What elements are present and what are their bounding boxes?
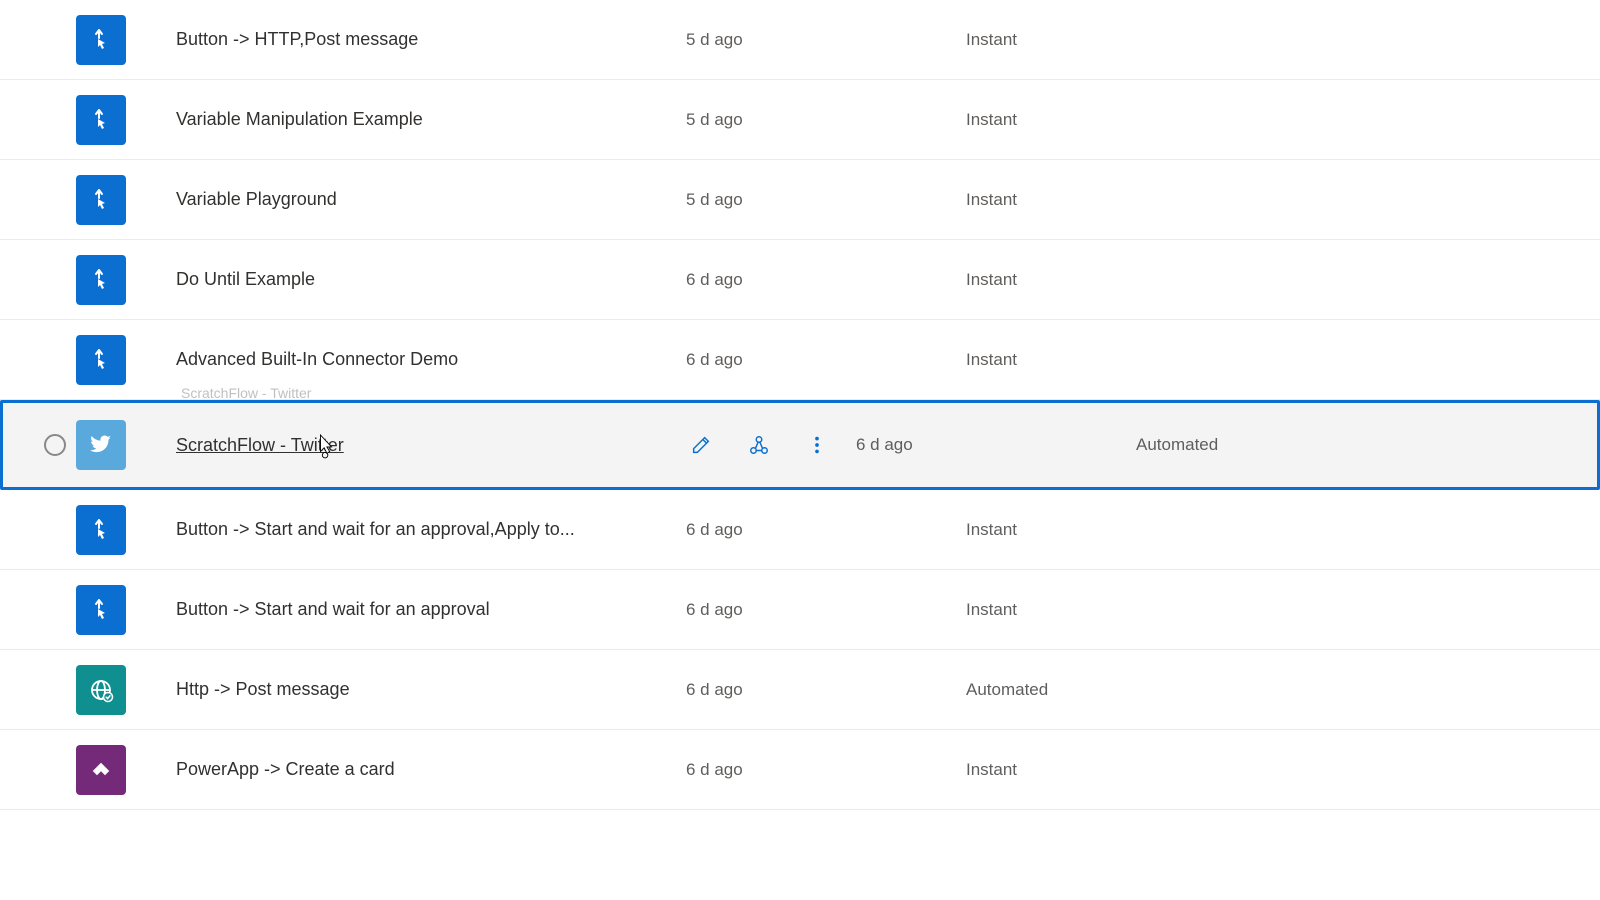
- flow-row[interactable]: PowerApp -> Create a card 6 d agoInstant: [0, 730, 1600, 810]
- flow-name[interactable]: Variable Playground: [176, 189, 337, 210]
- flow-list: Button -> HTTP,Post message5 d agoInstan…: [0, 0, 1600, 810]
- select-radio[interactable]: [40, 434, 70, 456]
- twitter-icon: [76, 420, 126, 470]
- flow-row[interactable]: ScratchFlow - TwitterScratchFlow - Twitt…: [0, 400, 1600, 490]
- flow-row[interactable]: Advanced Built-In Connector Demo 6 d agoI…: [0, 320, 1600, 400]
- flow-name[interactable]: PowerApp -> Create a card: [176, 759, 395, 780]
- flow-row[interactable]: Variable Manipulation Example 5 d agoInst…: [0, 80, 1600, 160]
- flow-row[interactable]: Button -> Start and wait for an approval…: [0, 570, 1600, 650]
- flow-name[interactable]: Button -> HTTP,Post message: [176, 29, 418, 50]
- modified-time: 6 d ago: [686, 760, 966, 780]
- flow-row[interactable]: Variable Playground 5 d agoInstant: [0, 160, 1600, 240]
- share-button[interactable]: [744, 430, 774, 460]
- flow-name[interactable]: Http -> Post message: [176, 679, 350, 700]
- more-options-button[interactable]: [802, 430, 832, 460]
- flow-type: Instant: [966, 350, 1166, 370]
- flow-name[interactable]: Advanced Built-In Connector Demo: [176, 349, 458, 370]
- modified-time: 5 d ago: [686, 190, 966, 210]
- flow-type: Instant: [966, 110, 1166, 130]
- flow-name[interactable]: ScratchFlow - Twitter: [176, 435, 344, 456]
- flow-type: Automated: [966, 680, 1166, 700]
- flow-name[interactable]: Button -> Start and wait for an approval…: [176, 519, 575, 540]
- modified-time: 5 d ago: [686, 110, 966, 130]
- button-icon: [76, 255, 126, 305]
- modified-time: 6 d ago: [686, 680, 966, 700]
- flow-row[interactable]: Do Until Example 6 d agoInstant: [0, 240, 1600, 320]
- modified-time: 5 d ago: [686, 30, 966, 50]
- flow-type: Instant: [966, 190, 1166, 210]
- flow-type: Instant: [966, 760, 1166, 780]
- button-icon: [76, 585, 126, 635]
- modified-time: 6 d ago: [686, 600, 966, 620]
- flow-type: Instant: [966, 520, 1166, 540]
- button-icon: [76, 175, 126, 225]
- edit-button[interactable]: [686, 430, 716, 460]
- button-icon: [76, 335, 126, 385]
- modified-time: 6 d ago: [686, 520, 966, 540]
- flow-row[interactable]: Http -> Post message 6 d agoAutomated: [0, 650, 1600, 730]
- button-icon: [76, 505, 126, 555]
- modified-time: 6 d ago: [856, 435, 1136, 455]
- flow-type: Instant: [966, 600, 1166, 620]
- flow-type: Automated: [1136, 435, 1336, 455]
- button-icon: [76, 15, 126, 65]
- flow-name[interactable]: Variable Manipulation Example: [176, 109, 423, 130]
- modified-time: 6 d ago: [686, 270, 966, 290]
- flow-type: Instant: [966, 30, 1166, 50]
- modified-time: 6 d ago: [686, 350, 966, 370]
- flow-name[interactable]: Button -> Start and wait for an approval: [176, 599, 490, 620]
- http-icon: [76, 665, 126, 715]
- flow-row[interactable]: Button -> HTTP,Post message 5 d agoInstan…: [0, 0, 1600, 80]
- flow-name[interactable]: Do Until Example: [176, 269, 315, 290]
- powerapps-icon: [76, 745, 126, 795]
- flow-row[interactable]: Button -> Start and wait for an approval…: [0, 490, 1600, 570]
- flow-type: Instant: [966, 270, 1166, 290]
- button-icon: [76, 95, 126, 145]
